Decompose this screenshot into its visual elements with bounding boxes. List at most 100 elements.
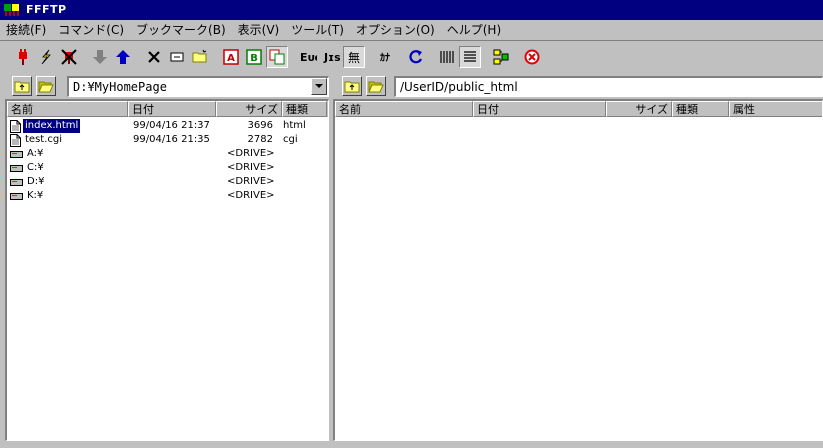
window-title: FFFTP [26,3,67,16]
menu-help[interactable]: ヘルプ(H) [441,20,507,41]
remote-path-field[interactable]: /UserID/public_html [394,76,823,97]
drive-icon [10,192,23,200]
no-conversion-button[interactable]: 無 [343,46,365,68]
toolbar: A B Eᴜᴄ Jɪs 無 ｶﾅ [0,42,823,72]
refresh-button[interactable] [405,46,427,68]
drive-icon [10,178,23,186]
local-row-test-cgi[interactable]: test.cgi 99/04/16 21:35 2782 cgi [7,133,327,147]
remote-col-size[interactable]: サイズ [606,101,672,117]
drive-label: <DRIVE> [227,162,275,173]
local-row-drive-a[interactable]: A:¥ <DRIVE> [7,147,327,161]
disconnect-icon [61,49,77,65]
disconnect-button[interactable] [58,46,80,68]
local-path-field[interactable]: D:¥MyHomePage [67,76,329,97]
menu-options[interactable]: オプション(O) [350,20,441,41]
ascii-mode-icon: A [223,49,239,65]
remote-col-name[interactable]: 名前 [335,101,473,117]
quick-connect-icon [41,49,51,65]
binary-mode-icon: B [246,49,262,65]
local-col-date[interactable]: 日付 [128,101,216,117]
local-path-dropdown-button[interactable] [311,78,327,95]
menu-connect[interactable]: 接続(F) [0,20,52,41]
remote-open-folder-button[interactable] [366,76,386,96]
remote-column-header: 名前 日付 サイズ 種類 属性 [335,101,822,117]
upload-icon [116,50,130,64]
download-icon [93,50,107,64]
file-type: html [283,120,306,131]
rename-icon [170,52,184,62]
drive-label: <DRIVE> [227,176,275,187]
auto-mode-icon [269,49,285,65]
local-up-folder-button[interactable] [12,76,32,96]
title-bar: FFFTP [0,0,823,20]
file-name: test.cgi [25,134,63,145]
status-bar [0,441,823,448]
local-col-name[interactable]: 名前 [7,101,128,117]
upload-button[interactable] [112,46,134,68]
file-date: 99/04/16 21:37 [133,120,210,131]
drive-name: D:¥ [27,176,45,187]
svg-text:A: A [227,53,235,64]
menu-bookmark[interactable]: ブックマーク(B) [130,20,232,41]
new-folder-icon [192,49,207,63]
remote-up-folder-button[interactable] [342,76,362,96]
remote-file-list[interactable]: 名前 日付 サイズ 種類 属性 [333,99,823,441]
folder-up-icon [344,81,360,93]
delete-button[interactable] [143,46,165,68]
local-row-index-html[interactable]: index.html 99/04/16 21:37 3696 html [7,118,327,134]
file-size: 3696 [247,120,273,131]
connect-button[interactable] [12,46,34,68]
drive-name: C:¥ [27,162,44,173]
sync-folder-button[interactable] [490,46,512,68]
local-row-drive-d[interactable]: D:¥ <DRIVE> [7,175,327,189]
sync-folder-icon [493,49,509,65]
file-date: 99/04/16 21:35 [133,134,210,145]
menu-tools[interactable]: ツール(T) [285,20,350,41]
drive-label: <DRIVE> [227,148,275,159]
document-icon [10,133,21,147]
binary-mode-button[interactable]: B [243,46,265,68]
local-col-type[interactable]: 種類 [282,101,327,117]
new-folder-button[interactable] [189,46,211,68]
list-view-button[interactable] [436,46,458,68]
folder-up-icon [14,81,30,93]
rename-button[interactable] [166,46,188,68]
open-folder-icon [38,81,54,93]
menu-view[interactable]: 表示(V) [232,20,286,41]
remote-col-date[interactable]: 日付 [473,101,606,117]
delete-icon [148,51,160,63]
svg-text:Eᴜᴄ: Eᴜᴄ [300,51,317,64]
abort-icon [524,49,540,65]
detail-view-icon [464,51,476,62]
chevron-down-icon [315,84,323,88]
menu-command[interactable]: コマンド(C) [52,20,130,41]
remote-col-type[interactable]: 種類 [672,101,729,117]
document-icon [10,119,21,133]
local-row-drive-c[interactable]: C:¥ <DRIVE> [7,161,327,175]
abort-button[interactable] [521,46,543,68]
euc-kanji-icon: Eᴜᴄ [300,51,317,64]
quick-connect-button[interactable] [35,46,57,68]
auto-mode-button[interactable] [266,46,288,68]
local-row-drive-k[interactable]: K:¥ <DRIVE> [7,189,327,203]
detail-view-button[interactable] [459,46,481,68]
local-path-text: D:¥MyHomePage [73,80,167,94]
drive-icon [10,150,23,158]
svg-text:無: 無 [348,50,360,65]
svg-text:B: B [250,53,258,64]
jis-kanji-button[interactable]: Jɪs [320,46,342,68]
file-size: 2782 [247,134,273,145]
local-open-folder-button[interactable] [36,76,56,96]
euc-kanji-button[interactable]: Eᴜᴄ [297,46,319,68]
remote-col-attributes[interactable]: 属性 [729,101,822,117]
menu-divider [0,40,823,41]
download-button[interactable] [89,46,111,68]
open-folder-icon [368,81,384,93]
hankaku-kana-button[interactable]: ｶﾅ [374,46,396,68]
local-col-size[interactable]: サイズ [216,101,282,117]
file-name: index.html [21,118,82,134]
drive-label: <DRIVE> [227,190,275,201]
ascii-mode-button[interactable]: A [220,46,242,68]
file-type: cgi [283,134,298,145]
local-file-list[interactable]: 名前 日付 サイズ 種類 index.html 99/04/16 21:37 3… [5,99,329,441]
